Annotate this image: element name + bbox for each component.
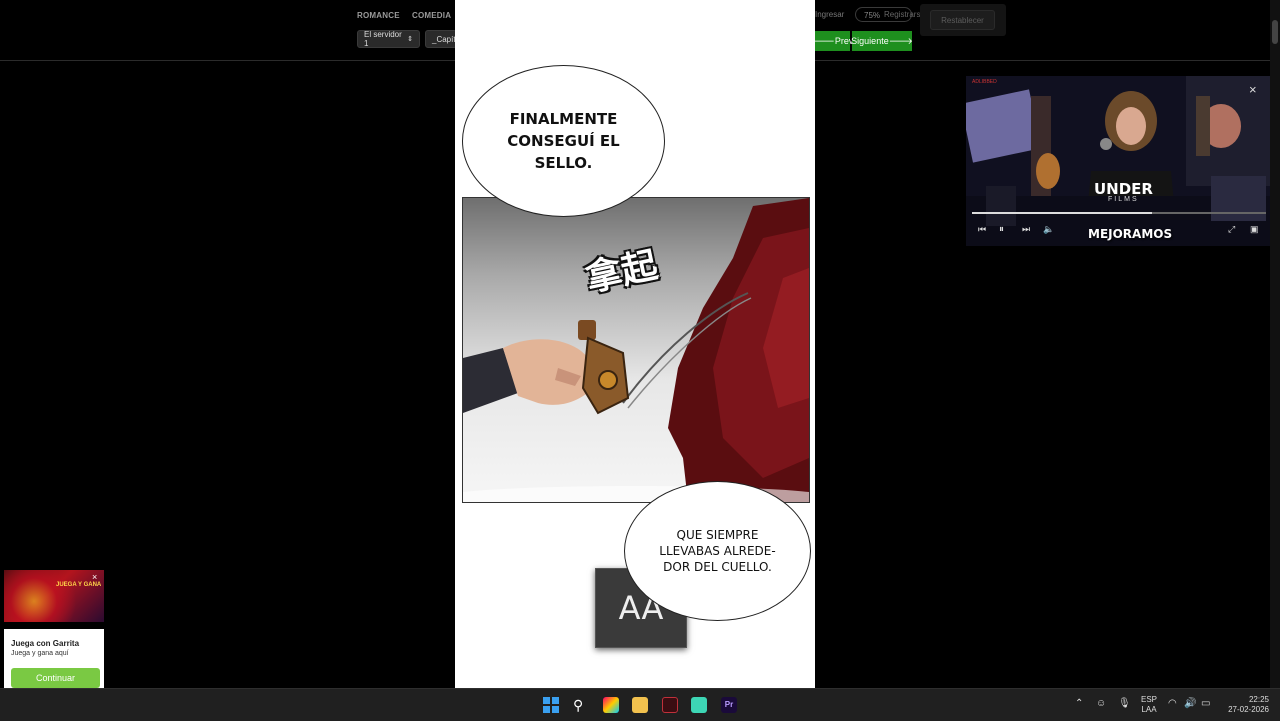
ad-banner-text: JUEGA Y GANA [56,582,102,588]
next-button[interactable]: Siguiente 🡒 [851,31,913,51]
chevron-up-icon[interactable]: ⌃ [1075,699,1083,709]
reset-button[interactable]: Restablecer [930,10,995,30]
skip-forward-icon[interactable]: ⏭ [1022,224,1030,235]
opera-gx-icon[interactable] [662,697,678,713]
skip-back-icon[interactable]: ⏮ [978,224,986,235]
app-icon-green[interactable] [691,697,707,713]
nav-link-romance[interactable]: ROMANCE [357,11,400,20]
chapter-select[interactable]: _Capít [425,30,457,48]
discord-icon[interactable]: ☺ [1096,699,1106,709]
reset-label: Restablecer [941,15,984,25]
volume-icon[interactable]: 🔈 [1043,224,1054,235]
language-indicator[interactable]: ESP LAA [1139,695,1159,715]
video-caption: MEJORAMOS [1088,227,1173,241]
photos-app-icon[interactable] [603,697,619,713]
shirt-subtext: FILMS [1108,196,1139,203]
close-icon[interactable]: × [1249,82,1257,97]
ad-subtitle: Juega y gana aquí [11,650,69,657]
channel-badge: ADLIBBED [972,79,997,85]
speech-bubble-top: FINALMENTE CONSEGUÍ EL SELLO. [462,65,665,217]
server-select[interactable]: El servidor 1 ⇕ [357,30,420,48]
scrollbar[interactable] [1270,0,1280,688]
fullscreen-icon[interactable]: ▣ [1250,224,1259,235]
bubble-line: QUE SIEMPRE [676,528,759,542]
bubble-line: FINALMENTE [509,110,618,128]
bubble-line: LLEVABAS ALREDE- [659,544,776,558]
clock-time: 22:25 [1248,695,1269,704]
battery-icon[interactable]: ▭ [1201,699,1210,709]
next-label: Siguiente [851,36,889,46]
register-link[interactable]: Registrarse [884,10,925,19]
reset-panel: Restablecer [920,4,1006,36]
language-top: ESP [1140,695,1157,704]
login-link[interactable]: Ingresar [815,10,844,19]
search-icon[interactable]: ⚲ [573,697,589,713]
zoom-value: 75% [864,11,881,20]
select-arrows-icon: ⇕ [407,36,413,43]
nav-link-comedia[interactable]: COMEDIA [412,11,451,20]
taskbar: ⚲ Pr ⌃ ☺ 🎙 ESP LAA ◠ 🔊 ▭ 22:25 27-02-202… [0,688,1280,721]
scrollbar-thumb[interactable] [1272,20,1278,44]
ad-card[interactable]: Juega con Garrita Juega y gana aquí Cont… [4,629,104,689]
floating-video-player[interactable]: UNDER FILMS ADLIBBED × ⏮ ⏸ ⏭ 🔈 MEJORAMOS… [966,76,1272,246]
ad-continue-label: Continuar [35,673,76,683]
microphone-icon[interactable]: 🎙 [1118,699,1131,709]
arrow-right-icon: 🡒 [888,35,913,46]
premiere-pro-icon[interactable]: Pr [721,697,737,713]
bubble-line: SELLO. [534,154,593,172]
speech-bubble-bottom: QUE SIEMPRE LLEVABAS ALREDE- DOR DEL CUE… [624,481,811,621]
windows-start-icon[interactable] [543,697,559,713]
bubble-line: DOR DEL CUELLO. [663,560,772,574]
clock-date: 27-02-2026 [1228,705,1269,714]
file-explorer-icon[interactable] [632,697,648,713]
ad-title: Juega con Garrita [11,639,80,648]
bubble-line: CONSEGUÍ EL [507,132,620,150]
comic-page[interactable]: FINALMENTE CONSEGUÍ EL SELLO. 拿起 QUE SIE… [455,0,815,688]
clock[interactable]: 22:25 27-02-2026 [1225,695,1269,715]
ad-banner-image[interactable]: JUEGA Y GANA × [4,570,104,622]
ad-close-icon[interactable]: × [92,572,97,582]
pause-icon[interactable]: ⏸ [999,224,1004,235]
video-frame [966,76,1272,246]
wifi-icon[interactable]: ◠ [1168,699,1177,709]
ad-banner-art [4,570,104,622]
volume-tray-icon[interactable]: 🔊 [1184,699,1196,709]
chapter-select-value: _Capít [432,34,456,44]
expand-icon[interactable]: ⤢ [1228,224,1235,235]
comic-panel: 拿起 [462,197,810,503]
server-select-value: El servidor 1 [364,30,402,48]
language-bottom: LAA [1141,705,1157,714]
zoom-control[interactable]: 75% Registrarse [855,7,925,22]
prev-button[interactable]: 🡐 Prev [811,31,853,51]
ad-continue-button[interactable]: Continuar [11,668,100,688]
